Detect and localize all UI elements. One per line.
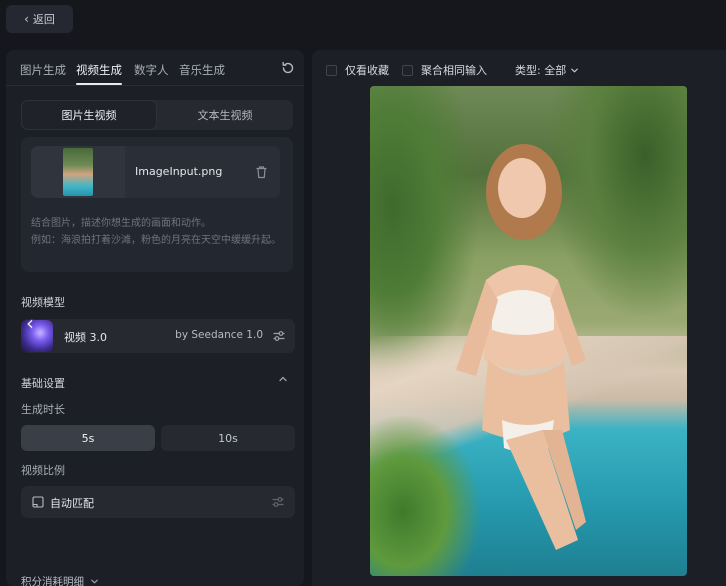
- model-selector[interactable]: 视频 3.0 by Seedance 1.0: [21, 319, 295, 353]
- aggregate-label: 聚合相同输入: [421, 64, 487, 77]
- generation-tabs: 图片生成 视频生成 数字人 音乐生成: [6, 50, 304, 86]
- trash-icon[interactable]: [255, 165, 268, 179]
- left-panel: 图片生成 视频生成 数字人 音乐生成 图片生视频 文本生视频 ImageInpu…: [6, 50, 304, 586]
- thumbnail-image: [63, 148, 93, 196]
- model-section-label: 视频模型: [21, 296, 65, 309]
- tab-image-generation[interactable]: 图片生成: [20, 62, 66, 78]
- chevron-up-icon[interactable]: [278, 374, 288, 384]
- tab-digital-human[interactable]: 数字人: [134, 62, 169, 78]
- active-tab-indicator: [76, 83, 122, 85]
- mode-image-to-video[interactable]: 图片生视频: [21, 100, 157, 130]
- mode-text-to-video[interactable]: 文本生视频: [157, 100, 293, 130]
- aspect-ratio-icon: [32, 496, 44, 508]
- file-thumbnail: [31, 146, 125, 198]
- settings-sliders-icon[interactable]: [272, 329, 286, 343]
- duration-label: 生成时长: [21, 403, 65, 416]
- credits-details-toggle[interactable]: 积分消耗明细: [21, 574, 99, 586]
- image-input-card: ImageInput.png 结合图片，描述你想生成的画面和动作。 例如：海浪拍…: [21, 137, 293, 272]
- credits-label: 积分消耗明细: [21, 576, 84, 586]
- prompt-placeholder-line-1: 结合图片，描述你想生成的画面和动作。: [31, 218, 211, 229]
- prompt-placeholder-line-2: 例如：海浪拍打着沙滩，粉色的月亮在天空中缓缓升起。: [31, 235, 281, 246]
- tab-music-generation[interactable]: 音乐生成: [179, 62, 225, 78]
- back-button[interactable]: ‹ 返回: [6, 5, 73, 33]
- chevron-left-icon[interactable]: ‹: [26, 313, 34, 333]
- tab-video-generation[interactable]: 视频生成: [76, 62, 122, 78]
- file-name: ImageInput.png: [135, 165, 223, 178]
- ratio-label: 视频比例: [21, 464, 65, 477]
- aggregate-checkbox[interactable]: [402, 64, 413, 76]
- uploaded-file-row[interactable]: ImageInput.png: [31, 146, 280, 198]
- model-provider: by Seedance 1.0: [175, 329, 263, 341]
- model-name: 视频 3.0: [64, 331, 107, 344]
- favorites-checkbox[interactable]: [326, 64, 337, 76]
- settings-sliders-icon: [272, 497, 284, 507]
- mode-segmented-control: 图片生视频 文本生视频: [21, 100, 293, 130]
- ratio-selector[interactable]: 自动匹配: [21, 486, 295, 518]
- chevron-left-icon: ‹: [24, 12, 29, 26]
- duration-10s-button[interactable]: 10s: [161, 425, 295, 451]
- aggregate-same-input-filter[interactable]: 聚合相同输入: [402, 62, 487, 78]
- chevron-down-icon: [571, 68, 578, 72]
- type-filter-label: 类型: 全部: [515, 64, 567, 77]
- prompt-textarea[interactable]: 结合图片，描述你想生成的画面和动作。 例如：海浪拍打着沙滩，粉色的月亮在天空中缓…: [31, 215, 286, 249]
- results-panel: 仅看收藏 聚合相同输入 类型: 全部: [312, 50, 726, 586]
- back-label: 返回: [32, 13, 55, 26]
- refresh-icon[interactable]: [280, 60, 296, 76]
- chevron-down-icon: [91, 579, 98, 584]
- favorites-only-filter[interactable]: 仅看收藏: [326, 62, 389, 78]
- type-filter-dropdown[interactable]: 类型: 全部: [515, 62, 579, 78]
- generated-image-preview[interactable]: [370, 86, 687, 576]
- duration-5s-button[interactable]: 5s: [21, 425, 155, 451]
- plant-bottom-left: [370, 416, 480, 576]
- favorites-label: 仅看收藏: [345, 64, 389, 77]
- ratio-value: 自动匹配: [50, 497, 94, 510]
- basic-settings-label: 基础设置: [21, 377, 65, 390]
